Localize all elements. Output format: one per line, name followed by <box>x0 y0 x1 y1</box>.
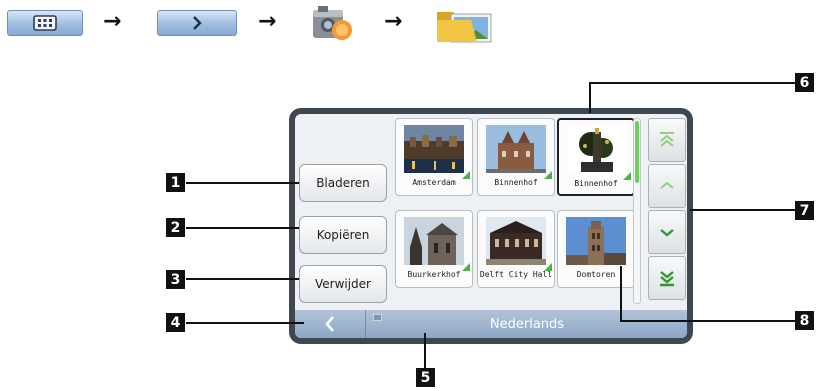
callout-4: 4 <box>166 313 185 332</box>
callout-3: 3 <box>166 270 185 289</box>
callout-lines <box>186 82 795 368</box>
callout-1: 1 <box>166 173 185 192</box>
callout-6: 6 <box>795 73 814 92</box>
callout-7: 7 <box>795 201 814 220</box>
callout-5: 5 <box>416 368 435 387</box>
callout-2: 2 <box>166 218 185 237</box>
callout-8: 8 <box>795 311 814 330</box>
